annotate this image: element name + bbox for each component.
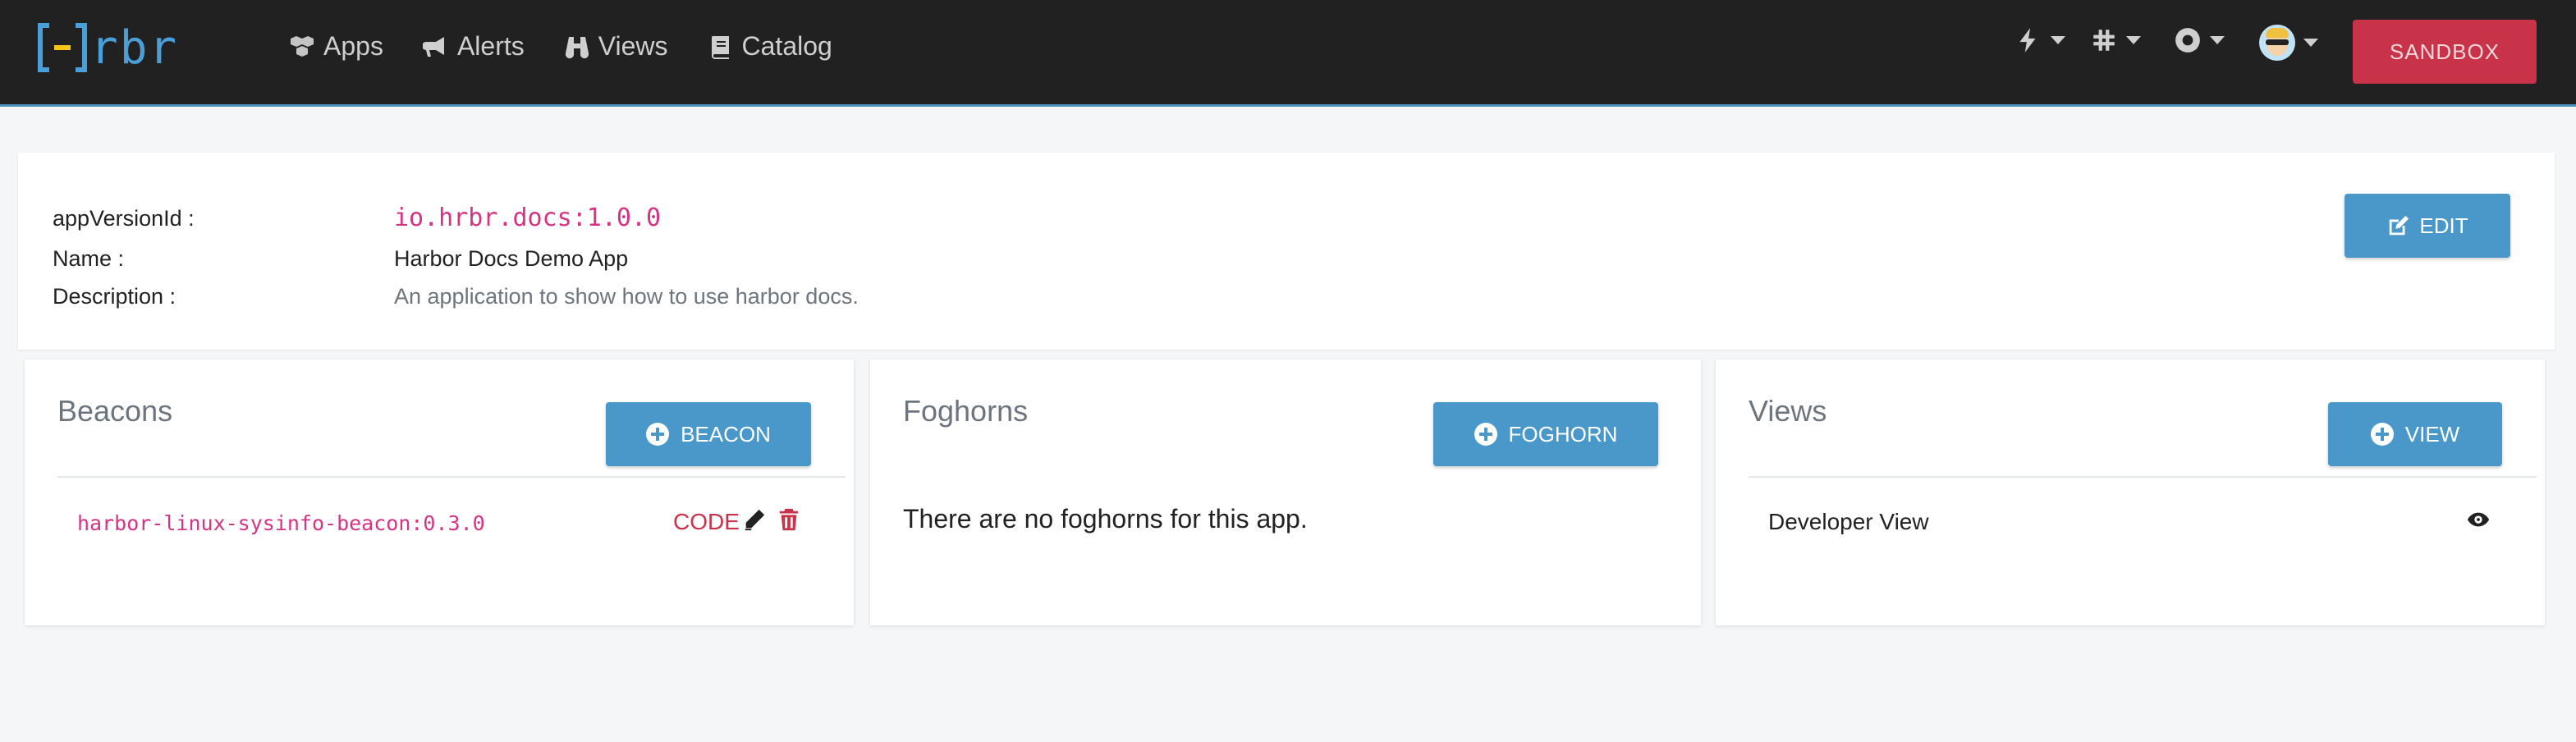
nav-catalog[interactable]: Catalog bbox=[708, 31, 832, 62]
app-description-value: An application to show how to use harbor… bbox=[394, 284, 859, 309]
avatar bbox=[2259, 25, 2295, 61]
nav-alerts-label: Alerts bbox=[456, 31, 525, 61]
divider bbox=[57, 476, 846, 478]
slack-dropdown[interactable] bbox=[2090, 26, 2141, 54]
add-view-button[interactable]: VIEW bbox=[2328, 402, 2502, 466]
add-beacon-label: BEACON bbox=[681, 421, 771, 447]
slack-icon bbox=[2093, 30, 2115, 51]
beacon-code-link[interactable]: CODE bbox=[673, 509, 740, 535]
app-version-row: appVersionId : io.hrbr.docs:1.0.0 bbox=[53, 204, 661, 232]
foghorns-panel: Foghorns FOGHORN There are no foghorns f… bbox=[870, 360, 1701, 625]
plus-circle-icon bbox=[1474, 423, 1497, 446]
app-info-card: appVersionId : io.hrbr.docs:1.0.0 Name :… bbox=[18, 153, 2555, 350]
edit-icon bbox=[2390, 215, 2409, 236]
nav-views[interactable]: Views bbox=[564, 31, 668, 62]
nav-apps-label: Apps bbox=[323, 31, 383, 61]
add-beacon-button[interactable]: BEACON bbox=[606, 402, 811, 466]
user-dropdown[interactable] bbox=[2259, 25, 2318, 61]
plus-circle-icon bbox=[646, 423, 670, 446]
trash-icon[interactable] bbox=[777, 507, 801, 536]
nav-catalog-label: Catalog bbox=[741, 31, 832, 61]
add-view-label: VIEW bbox=[2404, 421, 2460, 447]
app-description-row: Description : An application to show how… bbox=[53, 284, 859, 309]
add-foghorn-label: FOGHORN bbox=[1508, 421, 1618, 447]
cubes-icon bbox=[291, 35, 314, 57]
book-icon bbox=[711, 35, 729, 59]
app-version-value: io.hrbr.docs:1.0.0 bbox=[394, 204, 662, 232]
sandbox-button[interactable]: SANDBOX bbox=[2353, 20, 2537, 84]
views-title: Views bbox=[1749, 394, 1827, 428]
nav-alerts[interactable]: Alerts bbox=[422, 31, 525, 62]
edit-button-label: EDIT bbox=[2419, 213, 2468, 238]
foghorns-empty-message: There are no foghorns for this app. bbox=[903, 504, 1308, 534]
chevron-down-icon bbox=[2051, 36, 2065, 44]
divider bbox=[1749, 476, 2537, 478]
logo-text: rbr bbox=[90, 21, 179, 75]
chevron-down-icon bbox=[2210, 36, 2225, 44]
beacons-title: Beacons bbox=[57, 394, 173, 428]
app-name-label: Name : bbox=[53, 246, 125, 271]
app-version-label: appVersionId : bbox=[53, 206, 195, 231]
beacons-panel: Beacons BEACON harbor-linux-sysinfo-beac… bbox=[25, 360, 854, 625]
views-panel: Views VIEW Developer View bbox=[1716, 360, 2545, 625]
chevron-down-icon bbox=[2303, 39, 2318, 47]
beacon-item-name[interactable]: harbor-linux-sysinfo-beacon:0.3.0 bbox=[77, 511, 485, 535]
view-item-name[interactable]: Developer View bbox=[1768, 509, 1929, 535]
foghorns-title: Foghorns bbox=[903, 394, 1029, 428]
binoculars-icon bbox=[565, 36, 589, 58]
main-nav: Apps Alerts Views Catalog bbox=[289, 31, 832, 62]
life-ring-icon bbox=[2175, 28, 2200, 53]
edit-button[interactable]: EDIT bbox=[2345, 194, 2510, 258]
bolt-dropdown[interactable] bbox=[2015, 26, 2065, 54]
help-dropdown[interactable] bbox=[2174, 26, 2225, 54]
nav-views-label: Views bbox=[598, 31, 668, 61]
nav-apps[interactable]: Apps bbox=[289, 31, 383, 62]
plus-circle-icon bbox=[2370, 423, 2394, 446]
app-description-label: Description : bbox=[53, 284, 176, 309]
top-navbar: rbr Apps Alerts Views Catalog SANDBOX bbox=[0, 0, 2576, 107]
app-name-value: Harbor Docs Demo App bbox=[394, 246, 629, 271]
chevron-down-icon bbox=[2126, 36, 2141, 44]
hrbr-logo[interactable]: rbr bbox=[38, 21, 179, 75]
pencil-icon[interactable] bbox=[742, 507, 767, 536]
bullhorn-icon bbox=[422, 36, 444, 57]
eye-icon[interactable] bbox=[2466, 507, 2491, 536]
logo-bracket-icon bbox=[38, 23, 87, 72]
app-name-row: Name : Harbor Docs Demo App bbox=[53, 246, 628, 272]
add-foghorn-button[interactable]: FOGHORN bbox=[1433, 402, 1658, 466]
bolt-icon bbox=[2019, 28, 2036, 53]
